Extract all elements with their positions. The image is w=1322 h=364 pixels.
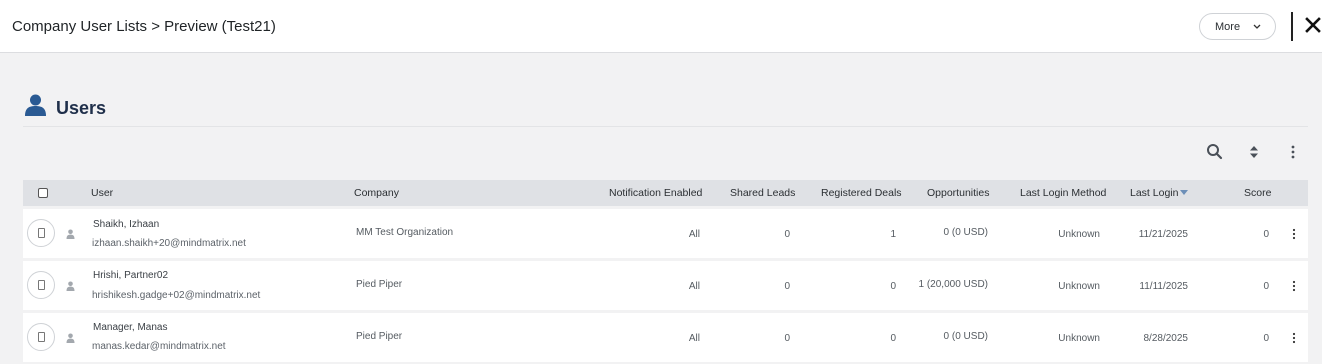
company-cell: Pied Piper	[356, 279, 403, 290]
user-email: izhaan.shaikh+20@mindmatrix.net	[92, 238, 246, 249]
more-button[interactable]: More	[1199, 13, 1276, 40]
search-icon[interactable]	[1206, 143, 1224, 161]
row-select-checkbox[interactable]	[27, 219, 55, 247]
company-cell: MM Test Organization	[356, 227, 454, 238]
user-avatar-icon	[66, 281, 75, 291]
last-login-cell: 8/28/2025	[1143, 333, 1189, 344]
last-login-cell: 11/21/2025	[1138, 229, 1188, 240]
table-row[interactable]: Hrishi, Partner02 hrishikesh.gadge+02@mi…	[23, 261, 1308, 310]
sort-icon[interactable]	[1245, 143, 1263, 161]
user-avatar-icon	[66, 333, 75, 343]
chevron-down-icon	[1253, 24, 1261, 29]
row-actions-icon[interactable]	[1291, 332, 1297, 344]
column-header-score[interactable]: Score	[1244, 187, 1271, 199]
select-all-checkbox[interactable]	[38, 188, 48, 198]
user-icon	[25, 94, 46, 116]
table-row[interactable]: Manager, Manas manas.kedar@mindmatrix.ne…	[23, 313, 1308, 362]
column-header-last-login-method[interactable]: Last Login Method	[1020, 187, 1106, 199]
shared-leads-cell: 0	[784, 281, 790, 292]
notification-cell: All	[688, 281, 700, 292]
header-divider	[1291, 12, 1293, 41]
column-header-registered-deals[interactable]: Registered Deals	[821, 187, 902, 199]
registered-deals-cell: 0	[890, 281, 896, 292]
opportunities-cell: 0 (0 USD)	[943, 331, 988, 342]
column-header-last-login[interactable]: Last Login	[1130, 187, 1178, 199]
shared-leads-cell: 0	[784, 229, 790, 240]
breadcrumb: Company User Lists > Preview (Test21)	[12, 18, 276, 35]
last-login-method-cell: Unknown	[1058, 229, 1100, 240]
row-actions-icon[interactable]	[1291, 228, 1297, 240]
company-cell: Pied Piper	[356, 331, 403, 342]
row-select-checkbox[interactable]	[27, 271, 55, 299]
section-divider	[23, 126, 1308, 127]
score-cell: 0	[1263, 281, 1269, 292]
user-name[interactable]: Manager, Manas	[93, 322, 168, 333]
registered-deals-cell: 1	[890, 229, 896, 240]
user-name[interactable]: Hrishi, Partner02	[93, 270, 168, 281]
sort-desc-icon	[1180, 190, 1188, 195]
score-cell: 0	[1263, 333, 1269, 344]
notification-cell: All	[688, 333, 700, 344]
column-header-opportunities[interactable]: Opportunities	[927, 187, 989, 199]
column-header-company[interactable]: Company	[354, 187, 399, 199]
row-actions-icon[interactable]	[1291, 280, 1297, 292]
kebab-menu-icon[interactable]	[1284, 143, 1302, 161]
more-button-label: More	[1215, 21, 1241, 33]
user-name[interactable]: Shaikh, Izhaan	[93, 219, 159, 230]
opportunities-cell: 0 (0 USD)	[943, 227, 988, 238]
last-login-method-cell: Unknown	[1058, 281, 1100, 292]
column-header-user[interactable]: User	[91, 187, 113, 199]
user-avatar-icon	[66, 229, 75, 239]
table-row[interactable]: Shaikh, Izhaan izhaan.shaikh+20@mindmatr…	[23, 209, 1308, 258]
section-title: Users	[56, 98, 107, 118]
user-email: manas.kedar@mindmatrix.net	[92, 341, 226, 352]
registered-deals-cell: 0	[890, 333, 896, 344]
table-header: User Company Notification Enabled Shared…	[23, 180, 1308, 206]
row-select-checkbox[interactable]	[27, 323, 55, 351]
last-login-method-cell: Unknown	[1058, 333, 1100, 344]
column-header-notification[interactable]: Notification Enabled	[609, 187, 702, 199]
column-header-shared-leads[interactable]: Shared Leads	[730, 187, 795, 199]
last-login-cell: 11/11/2025	[1139, 281, 1188, 292]
close-icon[interactable]	[1304, 16, 1322, 36]
score-cell: 0	[1263, 229, 1269, 240]
notification-cell: All	[688, 229, 700, 240]
user-email: hrishikesh.gadge+02@mindmatrix.net	[92, 290, 261, 301]
top-bar: Company User Lists > Preview (Test21) Mo…	[0, 0, 1322, 53]
shared-leads-cell: 0	[784, 333, 790, 344]
opportunities-cell: 1 (20,000 USD)	[918, 279, 988, 290]
